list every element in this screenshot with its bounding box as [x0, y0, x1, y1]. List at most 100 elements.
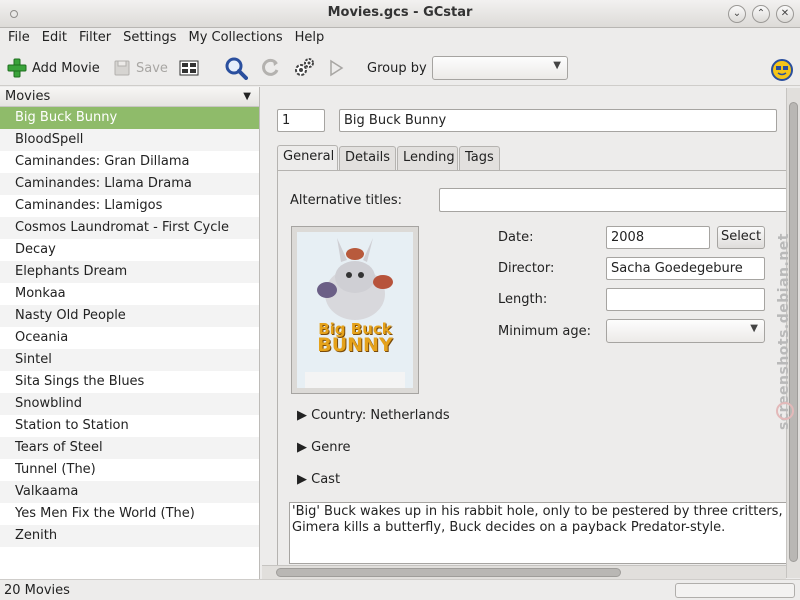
minimize-button[interactable]: ⌄ — [728, 5, 746, 23]
horizontal-scrollbar[interactable] — [262, 565, 786, 579]
movie-list-pane: Movies ▼ Big Buck Bunny BloodSpell Caminan… — [0, 87, 260, 579]
movie-list-item[interactable]: Big Buck Bunny — [0, 107, 259, 129]
close-button[interactable]: ✕ — [776, 5, 794, 23]
watermark-logo-icon — [776, 402, 794, 420]
synopsis-line-2: Gimera kills a butterfly, Buck decides o… — [292, 520, 726, 535]
search-button[interactable] — [224, 56, 248, 80]
alt-titles-field[interactable] — [439, 188, 787, 212]
menu-file[interactable]: File — [4, 28, 34, 45]
status-bar: 20 Movies — [0, 579, 800, 600]
tab-lending[interactable]: Lending — [397, 146, 458, 170]
settings-button[interactable] — [292, 56, 316, 80]
movie-list-item[interactable]: Station to Station — [0, 415, 259, 437]
movie-list-item[interactable]: Sintel — [0, 349, 259, 371]
user-button[interactable] — [771, 58, 793, 82]
list-header[interactable]: Movies ▼ — [0, 87, 259, 107]
cast-label: Cast — [311, 472, 341, 487]
alt-titles-label: Alternative titles: — [290, 193, 403, 208]
length-field[interactable] — [606, 288, 765, 311]
close-icon: ✕ — [780, 8, 790, 19]
horizontal-scroll-thumb[interactable] — [276, 568, 621, 577]
date-field[interactable]: 2008 — [606, 226, 710, 249]
movie-list-item[interactable]: Monkaa — [0, 283, 259, 305]
movie-list-item[interactable]: Snowblind — [0, 393, 259, 415]
chevron-up-icon: ⌃ — [756, 8, 766, 19]
menu-filter[interactable]: Filter — [75, 28, 115, 45]
poster-title: Big Buck BUNNY — [297, 322, 413, 356]
play-icon — [330, 59, 344, 77]
movie-title-field[interactable]: Big Buck Bunny — [339, 109, 777, 132]
menu-edit[interactable]: Edit — [38, 28, 71, 45]
progress-bar — [675, 583, 795, 598]
synopsis-line-1: 'Big' Buck wakes up in his rabbit hole, … — [292, 504, 787, 519]
group-by-select[interactable]: ▼ — [432, 56, 568, 80]
list-header-label: Movies — [5, 89, 51, 104]
plus-icon — [7, 58, 27, 78]
movie-list-item[interactable]: Decay — [0, 239, 259, 261]
expander-arrow-icon: ▶ — [297, 472, 312, 487]
add-movie-label: Add Movie — [32, 60, 100, 76]
genre-expander[interactable]: ▶ Genre — [297, 440, 351, 455]
movie-list-item[interactable]: Tears of Steel — [0, 437, 259, 459]
poster-title-line2: BUNNY — [317, 334, 393, 356]
director-field[interactable]: Sacha Goedegebure — [606, 257, 765, 280]
maximize-button[interactable]: ⌃ — [752, 5, 770, 23]
movie-list-item[interactable]: Nasty Old People — [0, 305, 259, 327]
expander-arrow-icon: ▶ — [297, 440, 312, 455]
chevron-down-icon: ⌄ — [732, 8, 742, 19]
menu-my-collections[interactable]: My Collections — [184, 28, 286, 45]
save-icon — [114, 60, 130, 76]
movie-list: Big Buck Bunny BloodSpell Caminandes: Gran… — [0, 107, 259, 547]
movie-list-item[interactable]: Caminandes: Llamigos — [0, 195, 259, 217]
movie-list-item[interactable]: Caminandes: Llama Drama — [0, 173, 259, 195]
expander-arrow-icon: ▶ — [297, 408, 312, 423]
country-label: Country: Netherlands — [311, 408, 450, 423]
synopsis-textview[interactable]: 'Big' Buck wakes up in his rabbit hole, … — [289, 502, 787, 564]
poster-art — [297, 232, 413, 388]
add-movie-button[interactable]: Add Movie — [6, 56, 100, 80]
movie-list-item[interactable]: BloodSpell — [0, 129, 259, 151]
save-label: Save — [136, 60, 168, 76]
refresh-button[interactable] — [259, 56, 281, 80]
menu-help[interactable]: Help — [291, 28, 329, 45]
movie-list-item[interactable]: Zenith — [0, 525, 259, 547]
movie-list-item[interactable]: Yes Men Fix the World (The) — [0, 503, 259, 525]
movie-list-item[interactable]: Sita Sings the Blues — [0, 371, 259, 393]
export-button[interactable] — [179, 56, 199, 80]
min-age-label: Minimum age: — [498, 324, 591, 339]
date-label: Date: — [498, 230, 534, 245]
sort-arrow-icon: ▼ — [243, 91, 251, 102]
play-button[interactable] — [328, 56, 344, 80]
min-age-select[interactable]: ▼ — [606, 319, 765, 343]
movie-list-item[interactable]: Valkaama — [0, 481, 259, 503]
length-label: Length: — [498, 292, 548, 307]
save-button[interactable]: Save — [112, 56, 168, 80]
movie-poster[interactable]: Big Buck BUNNY — [291, 226, 419, 394]
movie-list-item[interactable]: Caminandes: Gran Dillama — [0, 151, 259, 173]
country-expander[interactable]: ▶ Country: Netherlands — [297, 408, 450, 423]
movie-list-item[interactable]: Oceania — [0, 327, 259, 349]
table-view-icon — [179, 60, 199, 76]
movie-list-item[interactable]: Tunnel (The) — [0, 459, 259, 481]
group-by-label-wrap: Group by — [367, 56, 427, 80]
dropdown-arrow-icon: ▼ — [750, 323, 758, 334]
movie-list-item[interactable]: Elephants Dream — [0, 261, 259, 283]
smiley-face-icon — [771, 59, 793, 81]
title-bar: Movies.gcs - GCstar ⌄ ⌃ ✕ — [0, 0, 800, 28]
cast-expander[interactable]: ▶ Cast — [297, 472, 340, 487]
genre-label: Genre — [311, 440, 351, 455]
poster-image: Big Buck BUNNY — [297, 232, 413, 388]
movie-list-item[interactable]: Cosmos Laundromat - First Cycle — [0, 217, 259, 239]
menu-bar: File Edit Filter Settings My Collections Help — [0, 28, 800, 50]
status-text: 20 Movies — [4, 583, 70, 598]
toolbar: Add Movie Save Group by ▼ — [0, 50, 800, 86]
tab-details[interactable]: Details — [339, 146, 396, 170]
movie-id-field[interactable]: 1 — [277, 109, 325, 132]
tab-general[interactable]: General — [277, 145, 338, 170]
select-date-button[interactable]: Select — [717, 226, 765, 249]
refresh-icon — [262, 58, 279, 76]
tab-tags[interactable]: Tags — [459, 146, 500, 170]
window-title: Movies.gcs - GCstar — [327, 5, 473, 20]
group-by-label: Group by — [367, 60, 427, 76]
menu-settings[interactable]: Settings — [119, 28, 180, 45]
